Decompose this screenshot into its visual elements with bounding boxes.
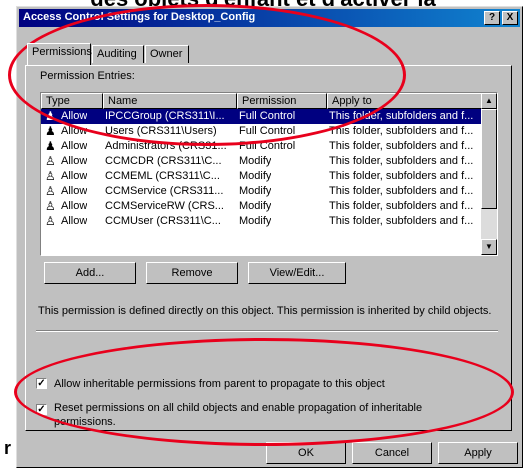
help-button[interactable]: ? bbox=[484, 11, 500, 25]
permission-row[interactable]: ♙ Allow CCMCDR (CRS311\C... Modify This … bbox=[41, 154, 486, 169]
permission-row[interactable]: ♟ Allow IPCCGroup (CRS311\I... Full Cont… bbox=[41, 109, 486, 124]
remove-button[interactable]: Remove bbox=[146, 262, 238, 284]
list-vertical-scrollbar[interactable]: ▲ ▼ bbox=[481, 93, 497, 255]
row-type: Allow bbox=[61, 125, 88, 137]
tab-auditing[interactable]: Auditing bbox=[92, 45, 144, 63]
row-type: Allow bbox=[61, 170, 88, 182]
row-permission: Full Control bbox=[239, 140, 296, 152]
row-apply-to: This folder, subfolders and f... bbox=[329, 140, 474, 152]
column-header-permission[interactable]: Permission bbox=[237, 93, 327, 109]
scroll-thumb[interactable] bbox=[481, 109, 497, 209]
user-icon: ♙ bbox=[45, 199, 56, 213]
row-name: Users (CRS311\Users) bbox=[105, 125, 217, 137]
row-apply-to: This folder, subfolders and f... bbox=[329, 155, 474, 167]
permission-row[interactable]: ♟ Allow Administrators (CRS31... Full Co… bbox=[41, 139, 486, 154]
ok-button[interactable]: OK bbox=[266, 442, 346, 464]
row-permission: Modify bbox=[239, 170, 272, 182]
group-icon: ♟ bbox=[45, 124, 56, 138]
tab-owner[interactable]: Owner bbox=[145, 45, 189, 63]
close-button[interactable]: X bbox=[502, 11, 518, 25]
permission-row[interactable]: ♙ Allow CCMUser (CRS311\C... Modify This… bbox=[41, 214, 486, 229]
cancel-button[interactable]: Cancel bbox=[352, 442, 432, 464]
row-apply-to: This folder, subfolders and f... bbox=[329, 125, 474, 137]
user-icon: ♙ bbox=[45, 214, 56, 228]
permission-row[interactable]: ♙ Allow CCMEML (CRS311\C... Modify This … bbox=[41, 169, 486, 184]
column-header-apply-to[interactable]: Apply to bbox=[327, 93, 483, 109]
reset-permissions-checkbox[interactable]: ✓ bbox=[36, 404, 47, 415]
row-permission: Full Control bbox=[239, 125, 296, 137]
user-icon: ♙ bbox=[45, 184, 56, 198]
user-icon: ♙ bbox=[45, 169, 56, 183]
permission-entries-label: Permission Entries: bbox=[40, 70, 135, 82]
row-permission: Modify bbox=[239, 185, 272, 197]
permission-entries-list[interactable]: Type Name Permission Apply to ♟ Allow IP… bbox=[40, 92, 498, 256]
reset-permissions-label: Reset permissions on all child objects a… bbox=[54, 402, 423, 414]
row-type: Allow bbox=[61, 155, 88, 167]
add-button[interactable]: Add... bbox=[44, 262, 136, 284]
separator bbox=[36, 330, 498, 332]
row-permission: Modify bbox=[239, 155, 272, 167]
row-permission: Full Control bbox=[239, 110, 296, 122]
row-type: Allow bbox=[61, 215, 88, 227]
permission-row[interactable]: ♙ Allow CCMService (CRS311... Modify Thi… bbox=[41, 184, 486, 199]
row-apply-to: This folder, subfolders and f... bbox=[329, 110, 474, 122]
row-apply-to: This folder, subfolders and f... bbox=[329, 200, 474, 212]
row-apply-to: This folder, subfolders and f... bbox=[329, 215, 474, 227]
user-icon: ♙ bbox=[45, 154, 56, 168]
allow-inheritable-label: Allow inheritable permissions from paren… bbox=[54, 378, 385, 390]
row-apply-to: This folder, subfolders and f... bbox=[329, 170, 474, 182]
column-header-name[interactable]: Name bbox=[103, 93, 237, 109]
row-apply-to: This folder, subfolders and f... bbox=[329, 185, 474, 197]
row-type: Allow bbox=[61, 110, 88, 122]
row-name: CCMServiceRW (CRS... bbox=[105, 200, 224, 212]
tab-permissions[interactable]: Permissions bbox=[27, 43, 92, 65]
row-type: Allow bbox=[61, 140, 88, 152]
title-bar[interactable]: Access Control Settings for Desktop_Conf… bbox=[19, 9, 520, 27]
background-side-text: r bbox=[4, 438, 12, 458]
apply-button[interactable]: Apply bbox=[438, 442, 518, 464]
row-permission: Modify bbox=[239, 215, 272, 227]
row-name: CCMService (CRS311... bbox=[105, 185, 224, 197]
row-type: Allow bbox=[61, 185, 88, 197]
group-icon: ♟ bbox=[45, 109, 56, 123]
window-title: Access Control Settings for Desktop_Conf… bbox=[23, 11, 256, 23]
view-edit-button[interactable]: View/Edit... bbox=[248, 262, 346, 284]
reset-permissions-label-continued: permissions. bbox=[54, 416, 116, 428]
row-name: CCMUser (CRS311\C... bbox=[105, 215, 221, 227]
permission-row[interactable]: ♟ Allow Users (CRS311\Users) Full Contro… bbox=[41, 124, 486, 139]
group-icon: ♟ bbox=[45, 139, 56, 153]
permission-row[interactable]: ♙ Allow CCMServiceRW (CRS... Modify This… bbox=[41, 199, 486, 214]
scroll-down-icon[interactable]: ▼ bbox=[481, 239, 497, 255]
allow-inheritable-checkbox[interactable]: ✓ bbox=[36, 378, 47, 389]
column-header-type[interactable]: Type bbox=[41, 93, 103, 109]
row-name: CCMEML (CRS311\C... bbox=[105, 170, 220, 182]
row-name: Administrators (CRS31... bbox=[105, 140, 227, 152]
scroll-up-icon[interactable]: ▲ bbox=[481, 93, 497, 109]
row-name: CCMCDR (CRS311\C... bbox=[105, 155, 222, 167]
row-name: IPCCGroup (CRS311\I... bbox=[105, 110, 225, 122]
row-permission: Modify bbox=[239, 200, 272, 212]
permission-description: This permission is defined directly on t… bbox=[38, 305, 492, 317]
row-type: Allow bbox=[61, 200, 88, 212]
